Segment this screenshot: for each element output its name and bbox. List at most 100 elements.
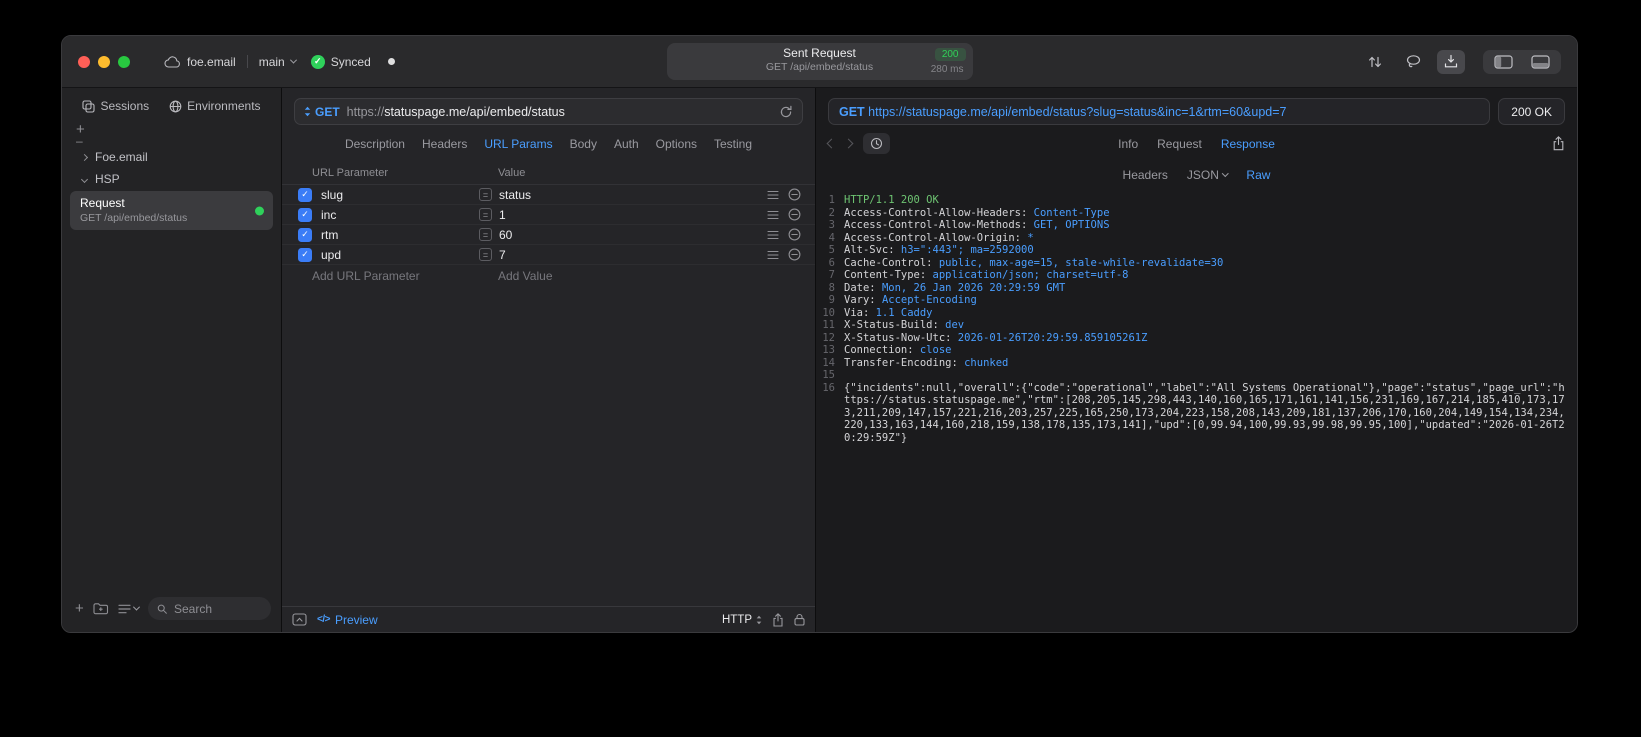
share-icon[interactable] xyxy=(772,612,784,627)
line-number: 3 xyxy=(828,219,835,231)
branch-selector[interactable]: main xyxy=(258,54,297,69)
method-selector[interactable]: GET xyxy=(304,105,340,119)
toggle-sidebar-icon[interactable] xyxy=(1494,54,1513,69)
drag-handle-icon[interactable] xyxy=(767,230,779,240)
unsaved-indicator-dot xyxy=(387,58,395,65)
protocol-label: HTTP xyxy=(721,613,752,626)
line-number: 13 xyxy=(822,344,835,356)
search-input[interactable] xyxy=(171,600,262,617)
request-tab-testing[interactable]: Testing xyxy=(714,137,752,151)
param-value[interactable]: 60 xyxy=(499,228,767,242)
equals-icon: = xyxy=(479,248,492,261)
param-row: ✓ slug = status xyxy=(282,185,815,205)
remove-param-icon[interactable] xyxy=(788,228,801,241)
raw-line-content: Content-Type: application/json; charset=… xyxy=(844,269,1129,281)
sort-arrows-icon[interactable] xyxy=(1361,50,1389,74)
column-value: Value xyxy=(498,167,526,179)
raw-line: 11 X-Status-Build: dev xyxy=(816,319,1565,332)
add-url-parameter[interactable]: Add URL Parameter xyxy=(312,269,498,283)
history-clock-icon[interactable] xyxy=(863,133,890,154)
drag-handle-icon[interactable] xyxy=(767,250,779,260)
line-number: 4 xyxy=(828,231,835,244)
history-forward-icon[interactable] xyxy=(843,138,854,149)
param-name[interactable]: rtm xyxy=(321,228,479,242)
add-param-row[interactable]: Add URL Parameter Add Value xyxy=(282,265,815,286)
request-tab-headers[interactable]: Headers xyxy=(422,137,467,151)
project-switcher[interactable]: foe.email xyxy=(164,55,236,69)
response-view-tab-raw[interactable]: Raw xyxy=(1246,168,1270,182)
tab-environments[interactable]: Environments xyxy=(169,99,261,113)
disclosure-chevron-icon[interactable] xyxy=(80,153,89,161)
collapse-panel-icon[interactable] xyxy=(292,613,307,626)
param-row: ✓ rtm = 60 xyxy=(282,225,815,245)
param-checkbox[interactable]: ✓ xyxy=(298,247,312,262)
close-window-button[interactable] xyxy=(78,55,90,68)
param-name[interactable]: slug xyxy=(321,188,479,202)
add-request-button[interactable]: + xyxy=(75,601,84,616)
preview-button[interactable]: </> Preview xyxy=(317,613,378,627)
response-view-tab-headers[interactable]: Headers xyxy=(1123,168,1168,182)
param-name[interactable]: upd xyxy=(321,248,479,262)
line-number: 10 xyxy=(822,306,835,319)
branch-name: main xyxy=(258,54,285,69)
import-tray-icon[interactable] xyxy=(1437,49,1465,74)
request-tab-description[interactable]: Description xyxy=(345,137,405,151)
sidebar-bottom-bar: + xyxy=(62,597,281,632)
line-number: 15 xyxy=(822,369,835,381)
drag-handle-icon[interactable] xyxy=(767,190,779,200)
search-icon xyxy=(157,604,167,614)
param-checkbox[interactable]: ✓ xyxy=(298,227,312,242)
request-tab-options[interactable]: Options xyxy=(656,137,697,151)
add-value[interactable]: Add Value xyxy=(498,269,553,283)
request-tab-auth[interactable]: Auth xyxy=(614,137,639,151)
zoom-window-button[interactable] xyxy=(118,55,130,68)
tab-sessions[interactable]: Sessions xyxy=(82,99,149,113)
line-number: 6 xyxy=(828,256,835,269)
remove-param-icon[interactable] xyxy=(788,188,801,201)
param-checkbox[interactable]: ✓ xyxy=(298,187,312,202)
drag-handle-icon[interactable] xyxy=(767,210,779,220)
response-tab-response[interactable]: Response xyxy=(1221,137,1275,151)
toggle-bottom-panel-icon[interactable] xyxy=(1531,54,1550,69)
export-icon[interactable] xyxy=(1552,136,1565,151)
traffic-lights xyxy=(78,55,130,68)
new-folder-icon[interactable] xyxy=(93,602,109,615)
history-back-icon[interactable] xyxy=(826,138,837,149)
remove-param-icon[interactable] xyxy=(788,208,801,221)
param-name[interactable]: inc xyxy=(321,208,479,222)
response-tab-request[interactable]: Request xyxy=(1157,137,1202,151)
response-tab-info[interactable]: Info xyxy=(1118,137,1138,151)
line-number: 8 xyxy=(828,281,835,294)
sidebar-search[interactable] xyxy=(147,597,271,620)
response-raw[interactable]: 1 HTTP/1.1 200 OK 2 Access-Control-Allow-He… xyxy=(816,187,1577,632)
protocol-selector[interactable]: HTTP xyxy=(722,614,762,626)
param-value[interactable]: status xyxy=(499,188,767,202)
minimize-window-button[interactable] xyxy=(98,55,110,68)
param-value[interactable]: 7 xyxy=(499,248,767,262)
tree-item-hsp[interactable]: HSP xyxy=(70,168,273,190)
lock-icon[interactable] xyxy=(794,613,805,626)
chevron-down-icon xyxy=(289,56,297,64)
request-tab-body[interactable]: Body xyxy=(570,137,597,151)
refresh-icon[interactable] xyxy=(779,105,793,119)
response-view-tab-json[interactable]: JSON xyxy=(1187,168,1229,182)
disclosure-chevron-icon[interactable] xyxy=(80,175,89,183)
request-method-path: GET /api/embed/status xyxy=(80,212,188,224)
raw-line: 9 Vary: Accept-Encoding xyxy=(816,294,1565,307)
sent-request-summary[interactable]: Sent Request GET /api/embed/status 200 2… xyxy=(666,43,973,80)
method-label: GET xyxy=(315,104,340,119)
response-subtabs: Headers JSON Raw xyxy=(816,162,1577,187)
request-url[interactable]: https://statuspage.me/api/embed/status xyxy=(347,105,565,119)
tree-item-foe-email[interactable]: Foe.email xyxy=(70,146,273,168)
param-checkbox[interactable]: ✓ xyxy=(298,207,312,222)
request-list-item-selected[interactable]: Request GET /api/embed/status xyxy=(70,191,273,230)
list-view-icon[interactable] xyxy=(118,603,140,614)
remove-item-button[interactable]: – xyxy=(76,135,85,147)
sync-status[interactable]: ✓ Synced xyxy=(310,54,371,69)
request-url-bar[interactable]: GET https://statuspage.me/api/embed/stat… xyxy=(294,98,803,125)
response-request-line[interactable]: GET https://statuspage.me/api/embed/stat… xyxy=(828,98,1491,125)
lasso-icon[interactable] xyxy=(1399,50,1427,74)
remove-param-icon[interactable] xyxy=(788,248,801,261)
request-tab-url-params[interactable]: URL Params xyxy=(484,137,552,151)
param-value[interactable]: 1 xyxy=(499,208,767,222)
